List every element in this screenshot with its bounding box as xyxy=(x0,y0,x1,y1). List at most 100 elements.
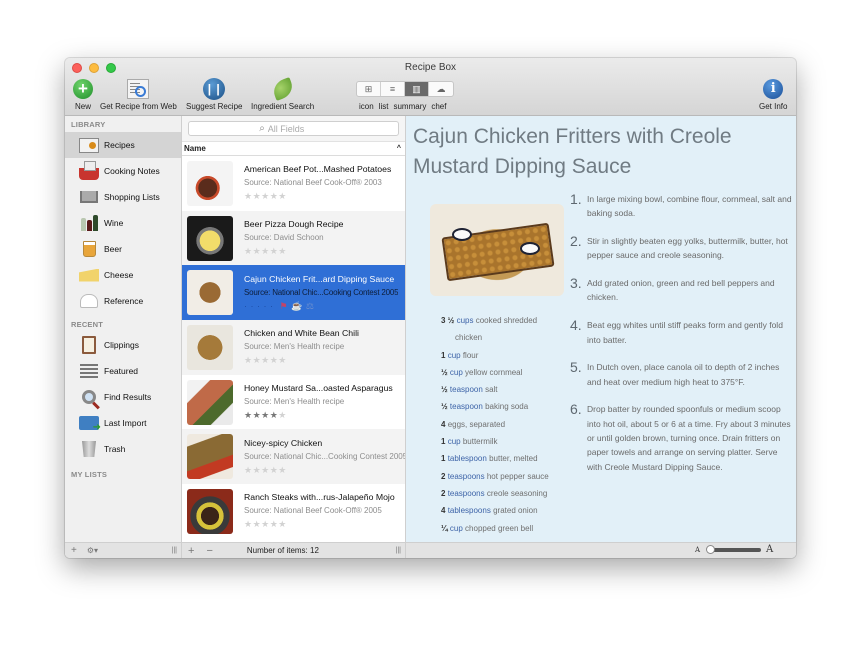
recipe-row[interactable]: Nicey-spicy Chicken Source: National Chi… xyxy=(182,429,405,485)
recipe-source: Source: National Beef Cook-Off® 2003 xyxy=(244,178,382,188)
search-bar: ⌕ xyxy=(182,116,405,142)
ingredient-line: 4 eggs, separated xyxy=(441,416,549,433)
recipe-row[interactable]: Ranch Steaks with...rus-Jalapeño Mojo So… xyxy=(182,484,405,539)
sidebar-item-cooking-notes[interactable]: Cooking Notes xyxy=(65,158,181,184)
ingredient-unit-link[interactable]: tablespoon xyxy=(448,454,487,463)
sidebar-item-reference[interactable]: Reference xyxy=(65,288,181,314)
ingredient-unit-link[interactable]: cup xyxy=(448,437,461,446)
rating-stars[interactable]: ★★★★★ xyxy=(244,465,405,476)
direction-step: 1. In large mixing bowl, combine flour, c… xyxy=(570,192,792,221)
recipe-detail-pane: Cajun Chicken Fritters with Creole Musta… xyxy=(406,116,796,558)
view-list-button[interactable]: ≡ xyxy=(381,82,405,96)
recipe-row[interactable]: Honey Mustard Sa...oasted Asparagus Sour… xyxy=(182,375,405,430)
sidebar-item-beer[interactable]: Beer xyxy=(65,236,181,262)
rating-stars[interactable]: ★★★★★ xyxy=(244,519,395,530)
recipe-thumbnail xyxy=(187,379,233,425)
view-chef-button[interactable]: ☁ xyxy=(429,82,453,96)
direction-step: 5. In Dutch oven, place canola oil to dep… xyxy=(570,360,792,389)
suggest-recipe-button[interactable]: | | Suggest Recipe xyxy=(186,78,242,111)
search-input[interactable] xyxy=(267,123,328,134)
name-column-header[interactable]: Name ^ xyxy=(182,142,405,156)
new-label: New xyxy=(74,102,91,111)
sidebar-item-clippings[interactable]: Clippings xyxy=(65,332,181,358)
recipe-row[interactable]: Beer Pizza Dough Recipe Source: David Sc… xyxy=(182,210,405,266)
ingredient-unit-link[interactable]: cup xyxy=(450,524,463,533)
beer-mug-icon xyxy=(82,241,96,257)
add-recipe-button[interactable]: + xyxy=(188,545,194,557)
recipe-title: Beer Pizza Dough Recipe xyxy=(244,219,344,230)
view-summary-button[interactable]: ▥ xyxy=(405,82,429,96)
font-size-slider[interactable] xyxy=(706,545,761,554)
view-icon-button[interactable]: ⊞ xyxy=(357,82,381,96)
ingredient-unit-link[interactable]: cup xyxy=(448,351,461,360)
step-text: Add grated onion, green and red bell pep… xyxy=(587,278,775,303)
list-resize-handle[interactable]: ||| xyxy=(396,547,401,554)
sidebar-resize-handle[interactable]: ||| xyxy=(172,547,177,554)
sidebar-item-find-results[interactable]: Find Results xyxy=(65,384,181,410)
gear-menu-button[interactable]: ⚙▾ xyxy=(87,546,98,555)
recipe-source: Source: National Chic...Cooking Contest … xyxy=(244,451,405,461)
sidebar-item-label: Trash xyxy=(104,444,126,454)
view-list-label: list xyxy=(378,102,389,111)
ingredient-line: ¼ cup chopped green bell xyxy=(441,520,549,537)
ingredient-line: ½ teaspoon salt xyxy=(441,381,549,398)
rating-stars[interactable]: ★★★★★ xyxy=(244,355,359,366)
ingredient-unit-link[interactable]: teaspoon xyxy=(450,385,483,394)
ingredient-line: 4 tablespoons grated onion xyxy=(441,502,549,519)
suggest-recipe-label: Suggest Recipe xyxy=(186,102,243,111)
rating-stars[interactable]: ★★★★★ xyxy=(244,410,393,421)
sidebar-item-last-import[interactable]: Last Import xyxy=(65,410,181,436)
remove-recipe-button[interactable]: − xyxy=(206,545,212,557)
ingredient-unit-link[interactable]: teaspoons xyxy=(448,489,485,498)
sidebar-item-featured[interactable]: Featured xyxy=(65,358,181,384)
rating-stars[interactable]: ★★★★★ xyxy=(244,191,391,202)
recipe-box-window: Recipe Box + New Get Recipe from Web | |… xyxy=(65,58,796,558)
ingredient-unit-link[interactable]: cups xyxy=(457,316,474,325)
ingredient-unit-link[interactable]: teaspoon xyxy=(450,402,483,411)
search-field[interactable]: ⌕ xyxy=(188,121,399,136)
ingredient-unit-link[interactable]: teaspoons xyxy=(448,472,485,481)
ingredient-unit-link[interactable]: cup xyxy=(450,368,463,377)
wine-bottles-icon xyxy=(80,215,98,231)
sidebar-item-label: Shopping Lists xyxy=(104,192,160,202)
view-mode-segmented-control: ⊞ ≡ ▥ ☁ xyxy=(356,81,454,97)
sidebar-item-label: Featured xyxy=(104,366,139,376)
recipe-title: Honey Mustard Sa...oasted Asparagus xyxy=(244,383,393,394)
font-size-slider-knob[interactable] xyxy=(706,545,715,554)
my-lists-heading: MY LISTS xyxy=(71,470,108,479)
sidebar-item-wine[interactable]: Wine xyxy=(65,210,181,236)
get-recipe-from-web-label: Get Recipe from Web xyxy=(100,102,177,111)
get-recipe-from-web-button[interactable]: Get Recipe from Web xyxy=(100,78,177,111)
ingredient-quantity: 4 xyxy=(441,419,446,429)
ingredient-line: 2 teaspoons creole seasoning xyxy=(441,485,549,502)
recipe-photo[interactable] xyxy=(430,204,564,296)
step-number: 5. xyxy=(570,359,582,376)
get-info-button[interactable]: i Get Info xyxy=(759,78,787,111)
recipe-source: Source: Men's Health recipe xyxy=(244,397,345,407)
ingredient-item: buttermilk xyxy=(462,437,498,447)
ingredient-quantity: ½ xyxy=(441,402,448,412)
ingredient-item: butter, melted xyxy=(489,454,538,464)
new-button[interactable]: + New xyxy=(72,78,94,111)
rating-stars[interactable]: · · · · · ⚑ ☕ ⚖ xyxy=(244,301,398,312)
recipe-title-heading: Cajun Chicken Fritters with Creole Musta… xyxy=(413,125,732,178)
ingredient-line: chicken xyxy=(441,329,549,346)
recipe-row-selected[interactable]: Cajun Chicken Frit...ard Dipping Sauce S… xyxy=(182,265,405,321)
sidebar-item-trash[interactable]: Trash xyxy=(65,436,181,462)
ingredient-quantity: 3 ½ xyxy=(441,316,455,325)
ingredient-line: ½ cup yellow cornmeal xyxy=(441,364,549,381)
direction-step: 2. Stir in slightly beaten egg yolks, but… xyxy=(570,234,792,263)
recipe-row[interactable]: American Beef Pot...Mashed Potatoes Sour… xyxy=(182,156,405,211)
decrease-font-icon[interactable]: A xyxy=(695,546,700,554)
rating-stars[interactable]: ★★★★★ xyxy=(244,246,343,257)
recipe-row[interactable]: Chicken and White Bean Chili Source: Men… xyxy=(182,320,405,375)
step-text: Drop batter by rounded spoonfuls or medi… xyxy=(587,404,791,472)
ingredient-quantity: 2 xyxy=(441,488,446,498)
ingredient-unit-link[interactable]: tablespoons xyxy=(448,506,491,515)
sidebar-item-recipes[interactable]: Recipes xyxy=(65,132,181,158)
sidebar-item-cheese[interactable]: Cheese xyxy=(65,262,181,288)
increase-font-icon[interactable]: A xyxy=(766,544,773,555)
ingredient-search-button[interactable]: Ingredient Search xyxy=(251,77,314,111)
sidebar-item-shopping-lists[interactable]: Shopping Lists xyxy=(65,184,181,210)
add-list-button[interactable]: + xyxy=(71,545,77,556)
